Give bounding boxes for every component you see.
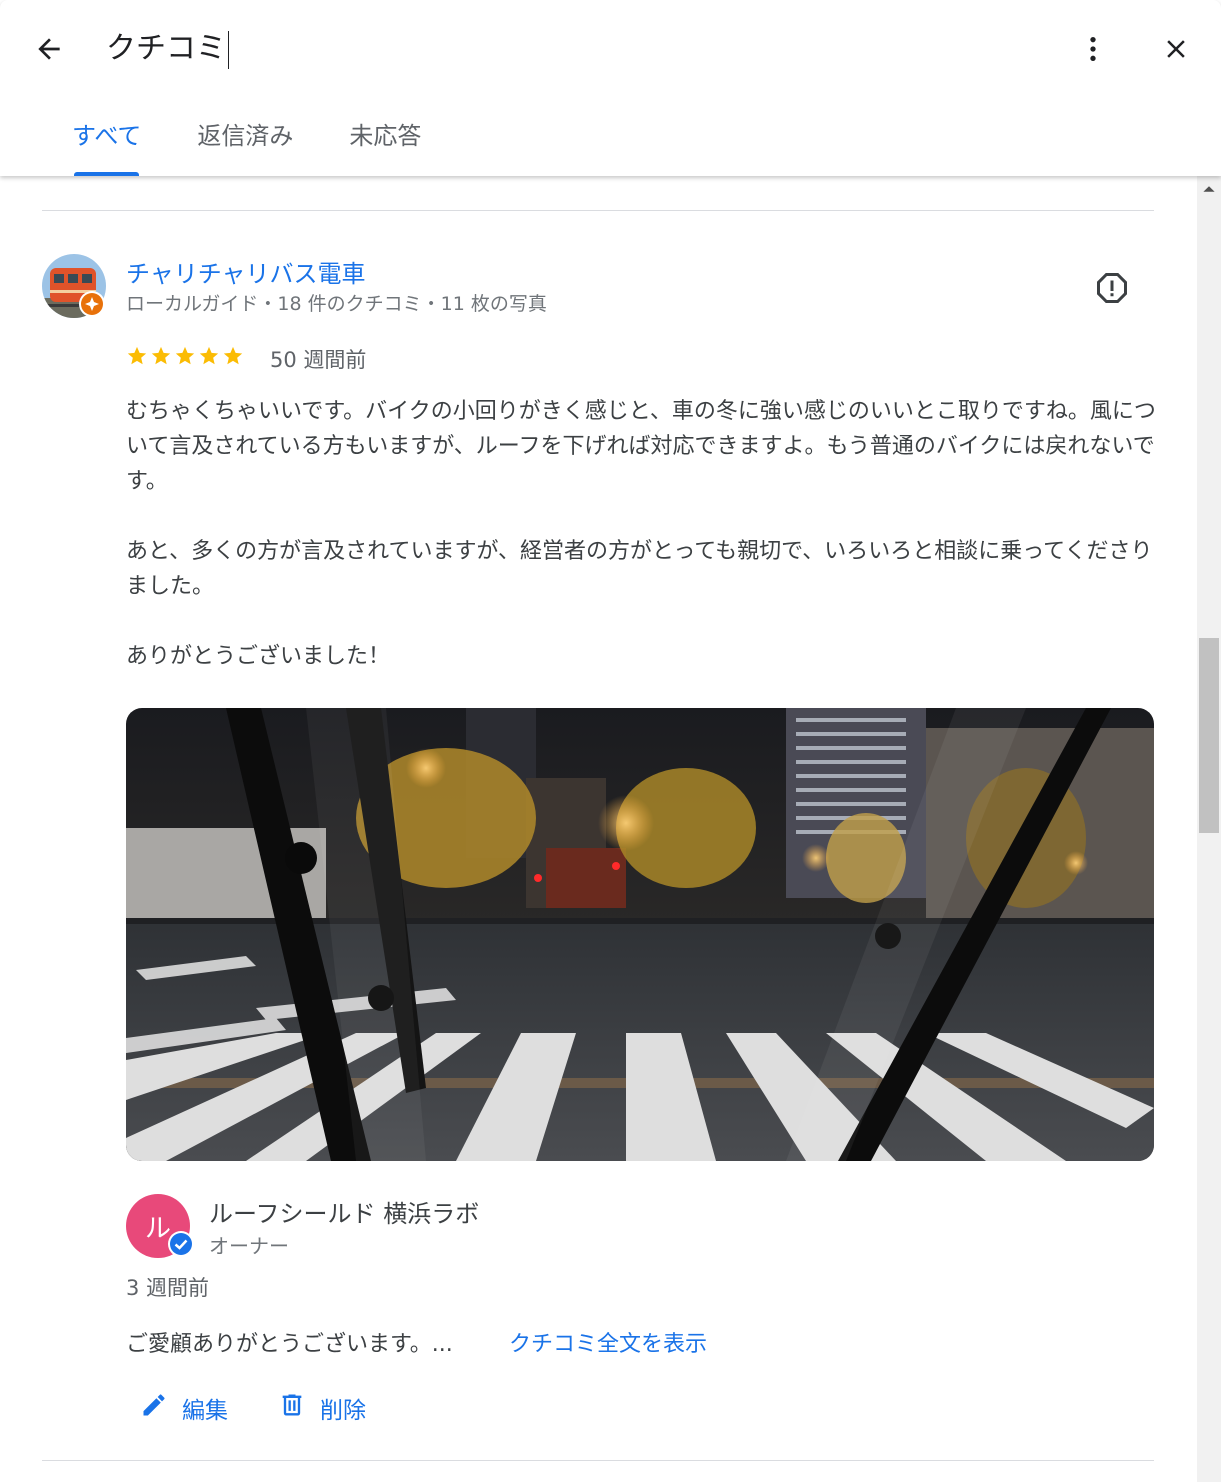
- review-photo[interactable]: [126, 708, 1154, 1161]
- delete-icon: [278, 1391, 306, 1425]
- arrow-back-icon: [33, 33, 65, 69]
- divider: [42, 1460, 1154, 1461]
- reply-time: 3 週間前: [126, 1276, 210, 1300]
- star-icon: [222, 345, 244, 371]
- star-icon: [198, 345, 220, 371]
- page-title: クチコミ: [106, 26, 229, 72]
- delete-button[interactable]: 削除: [278, 1388, 366, 1428]
- back-button[interactable]: [26, 28, 72, 74]
- close-button[interactable]: [1153, 28, 1199, 74]
- star-icon: [174, 345, 196, 371]
- star-rating: [126, 345, 244, 371]
- review-text: むちゃくちゃいいです。バイクの小回りがきく感じと、車の冬に強い感じのいいとこ取り…: [126, 399, 1156, 669]
- more-vert-icon: [1077, 33, 1109, 69]
- review-time: 50 週間前: [270, 348, 367, 372]
- owner-name: ルーフシールド 横浜ラボ: [209, 1200, 480, 1228]
- scrollbar-thumb[interactable]: [1199, 638, 1219, 833]
- tab-bar: すべて 返信済み 未応答: [44, 102, 449, 176]
- owner-role: オーナー: [209, 1234, 289, 1258]
- tab-replied[interactable]: 返信済み: [169, 102, 321, 176]
- edit-icon: [140, 1391, 168, 1425]
- header: クチコミ すべて 返信済み 未応答: [0, 0, 1221, 176]
- tab-unanswered[interactable]: 未応答: [321, 102, 449, 176]
- tab-all[interactable]: すべて: [44, 102, 169, 176]
- edit-button[interactable]: 編集: [140, 1388, 228, 1428]
- close-icon: [1161, 34, 1191, 68]
- scrollbar[interactable]: [1197, 176, 1221, 1482]
- verified-check-icon: [167, 1230, 195, 1258]
- star-icon: [126, 345, 148, 371]
- report-button[interactable]: [1090, 268, 1134, 312]
- show-full-review-link[interactable]: クチコミ全文を表示: [509, 1326, 707, 1358]
- star-icon: [150, 345, 172, 371]
- reply-text: ご愛顧ありがとうございます。...: [126, 1332, 453, 1357]
- reviewer-name[interactable]: チャリチャリバス電車: [126, 254, 366, 289]
- more-options-button[interactable]: [1070, 28, 1116, 74]
- local-guide-badge-icon: [79, 291, 105, 317]
- divider: [42, 210, 1154, 211]
- report-icon: [1094, 270, 1130, 310]
- scroll-up-arrow-icon[interactable]: [1197, 182, 1221, 202]
- reviewer-meta: ローカルガイド・18 件のクチコミ・11 枚の写真: [126, 293, 547, 315]
